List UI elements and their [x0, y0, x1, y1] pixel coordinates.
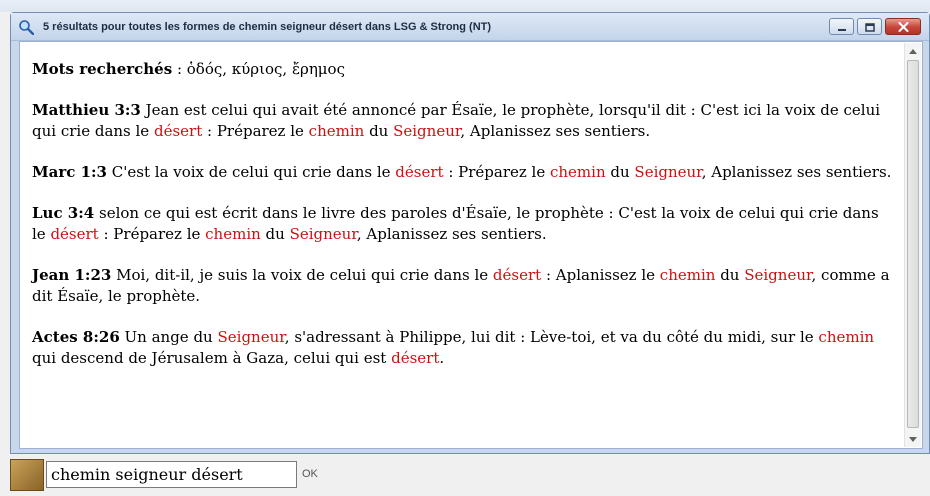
search-results-window: 5 résultats pour toutes les formes de ch…: [10, 12, 930, 454]
highlighted-word: désert: [395, 163, 444, 181]
verse-text: : Préparez le: [443, 163, 550, 181]
verse-text: : Préparez le: [98, 225, 206, 243]
search-bar: OK: [0, 454, 930, 496]
highlighted-word: chemin: [659, 266, 716, 284]
highlighted-word: Seigneur: [634, 163, 702, 181]
ok-button[interactable]: OK: [302, 468, 318, 480]
highlighted-word: chemin: [308, 122, 365, 140]
arrow-up-icon: [909, 47, 917, 56]
search-icon: [18, 19, 35, 36]
search-input[interactable]: [46, 461, 297, 488]
maximize-button[interactable]: [857, 18, 882, 35]
arrow-down-icon: [909, 435, 917, 444]
scroll-up-button[interactable]: [905, 43, 921, 59]
verse-text: C'est la voix de celui qui crie dans le: [107, 163, 396, 181]
result-verse: Luc 3:4 selon ce qui est écrit dans le l…: [32, 203, 896, 245]
highlighted-word: Seigneur: [393, 122, 461, 140]
verse-text: , Aplanissez ses sentiers.: [701, 163, 892, 181]
minimize-icon: [837, 17, 847, 36]
verse-text: du: [605, 163, 635, 181]
highlighted-word: Seigneur: [289, 225, 357, 243]
verse-reference[interactable]: Marc 1:3: [32, 163, 107, 181]
highlighted-word: chemin: [818, 328, 875, 346]
highlighted-word: désert: [391, 349, 440, 367]
highlighted-word: chemin: [205, 225, 261, 243]
app-logo-icon: [10, 459, 44, 491]
verse-text: Moi, dit-il, je suis la voix de celui qu…: [111, 266, 493, 284]
verse-reference[interactable]: Jean 1:23: [32, 266, 111, 284]
result-verse: Marc 1:3 C'est la voix de celui qui crie…: [32, 162, 896, 183]
parent-window-strip: [0, 0, 930, 12]
scroll-down-button[interactable]: [905, 431, 921, 447]
verse-text: du: [364, 122, 394, 140]
search-terms-label: Mots recherchés: [32, 60, 173, 78]
verse-text: : Aplanissez le: [541, 266, 660, 284]
verse-text: , s'adressant à Philippe, lui dit : Lève…: [284, 328, 819, 346]
verse-reference[interactable]: Matthieu 3:3: [32, 101, 141, 119]
window-title: 5 résultats pour toutes les formes de ch…: [43, 21, 492, 33]
verse-text: du: [260, 225, 290, 243]
result-verse: Actes 8:26 Un ange du Seigneur, s'adress…: [32, 327, 896, 369]
highlighted-word: Seigneur: [744, 266, 812, 284]
result-verse: Jean 1:23 Moi, dit-il, je suis la voix d…: [32, 265, 896, 307]
search-terms-value: ὁδός, κύριος, ἔρημος: [186, 60, 345, 78]
highlighted-word: chemin: [549, 163, 606, 181]
close-button[interactable]: [885, 18, 921, 35]
verse-text: qui descend de Jérusalem à Gaza, celui q…: [32, 349, 392, 367]
verse-reference[interactable]: Luc 3:4: [32, 204, 94, 222]
highlighted-word: désert: [50, 225, 99, 243]
close-icon: [898, 17, 909, 36]
title-bar[interactable]: 5 résultats pour toutes les formes de ch…: [11, 13, 929, 41]
search-terms-separator: :: [172, 60, 187, 78]
highlighted-word: désert: [492, 266, 542, 284]
highlighted-word: désert: [153, 122, 203, 140]
verse-reference[interactable]: Actes 8:26: [32, 328, 120, 346]
results-text: Mots recherchés : ὁδός, κύριος, ἔρημος M…: [32, 59, 896, 389]
vertical-scrollbar[interactable]: [904, 43, 921, 447]
scrollbar-thumb[interactable]: [907, 60, 919, 428]
verse-text: du: [715, 266, 745, 284]
results-list: Matthieu 3:3 Jean est celui qui avait ét…: [32, 100, 896, 369]
verse-text: .: [439, 349, 445, 367]
results-panel: Mots recherchés : ὁδός, κύριος, ἔρημος M…: [19, 41, 923, 449]
search-terms-line: Mots recherchés : ὁδός, κύριος, ἔρημος: [32, 59, 896, 80]
minimize-button[interactable]: [829, 18, 854, 35]
verse-text: Un ange du: [119, 328, 218, 346]
verse-text: , Aplanissez ses sentiers.: [356, 225, 547, 243]
maximize-icon: [864, 17, 875, 36]
highlighted-word: Seigneur: [217, 328, 285, 346]
result-verse: Matthieu 3:3 Jean est celui qui avait ét…: [32, 100, 896, 142]
verse-text: : Préparez le: [202, 122, 309, 140]
verse-text: , Aplanissez ses sentiers.: [460, 122, 651, 140]
